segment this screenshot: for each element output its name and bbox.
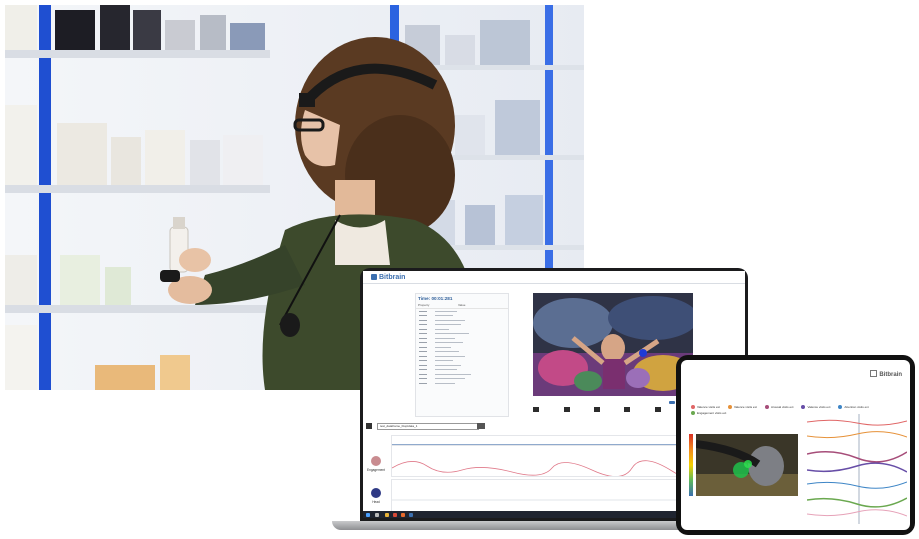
legend-label: Arousal visits ext [770, 405, 794, 409]
step-forward-icon[interactable] [624, 406, 631, 412]
select-dropdown-icon[interactable] [477, 423, 485, 429]
tablet-brand-label: Bitbrain [879, 372, 902, 378]
video-controls [521, 404, 673, 414]
legend-label: Attention visits ext [844, 405, 869, 409]
tablet-app-logo: Bitbrain [870, 370, 902, 378]
legend-item[interactable]: Valence visits ext [691, 405, 720, 409]
legend-item[interactable]: Engagement visits ext [691, 411, 726, 415]
panel-header: Property Value [416, 302, 508, 309]
video-player[interactable] [533, 293, 693, 396]
head-label: Head [372, 500, 380, 504]
engagement-signal-bubble [371, 456, 381, 466]
legend-item[interactable]: Attention visits ext [838, 405, 869, 409]
properties-panel: Time: 00:01:281 Property Value [415, 293, 509, 417]
heatmap-scene-image [696, 434, 798, 496]
skip-forward-icon[interactable] [654, 406, 661, 412]
app-icon[interactable] [401, 512, 405, 517]
search-icon[interactable] [375, 512, 379, 517]
head-signal-bubble [371, 488, 381, 498]
dataset-select[interactable]: test_dataframe_bloptdata_1 [377, 423, 479, 430]
tablet-screen: Bitbrain Valence visits ext Valence visit… [681, 360, 910, 530]
browser-icon[interactable] [393, 512, 397, 517]
legend-item[interactable]: Arousal visits ext [764, 405, 794, 409]
panel-time-title: Time: 00:01:281 [418, 296, 453, 301]
laptop-app-logo: Bitbrain [371, 274, 405, 281]
bitbrain-taskbar-icon[interactable] [409, 512, 413, 517]
legend-label: Valence visits ext [807, 405, 831, 409]
legend-swatch [838, 405, 843, 409]
legend-swatch [691, 405, 695, 409]
legend-swatch [764, 405, 769, 409]
skip-back-icon[interactable] [533, 406, 540, 412]
legend-label: Valence visits ext [733, 405, 757, 409]
play-icon[interactable] [593, 406, 600, 412]
panel-header-value: Value [458, 303, 466, 307]
step-back-icon[interactable] [563, 406, 570, 412]
metrics-line-chart [806, 414, 908, 524]
bitbrain-logo-icon [870, 370, 878, 377]
legend-label: Engagement visits ext [697, 411, 727, 415]
tablet: Bitbrain Valence visits ext Valence visit… [676, 355, 919, 539]
panel-header-property: Property [418, 303, 430, 307]
start-icon[interactable] [366, 512, 370, 517]
color-scale-bar [689, 434, 693, 496]
bitbrain-logo-icon [371, 274, 377, 280]
property-rows [416, 309, 508, 386]
engagement-label: Engagement [366, 468, 386, 472]
property-row [416, 381, 508, 386]
menu-icon[interactable] [366, 423, 372, 429]
header-divider [363, 283, 745, 284]
festival-crowd-video-frame [533, 293, 693, 396]
folder-icon[interactable] [385, 512, 389, 517]
legend-swatch [727, 405, 732, 409]
laptop-brand-label: Bitbrain [379, 274, 406, 281]
legend-label: Valence visits ext [697, 405, 720, 409]
legend-item[interactable]: Valence visits ext [727, 405, 757, 409]
video-option-button[interactable] [669, 401, 675, 404]
eye-tracking-heatmap [696, 434, 798, 496]
metrics-chart [806, 414, 908, 524]
legend-swatch [801, 405, 806, 409]
legend-item[interactable]: Valence visits ext [801, 405, 830, 409]
legend-swatch [691, 411, 695, 415]
